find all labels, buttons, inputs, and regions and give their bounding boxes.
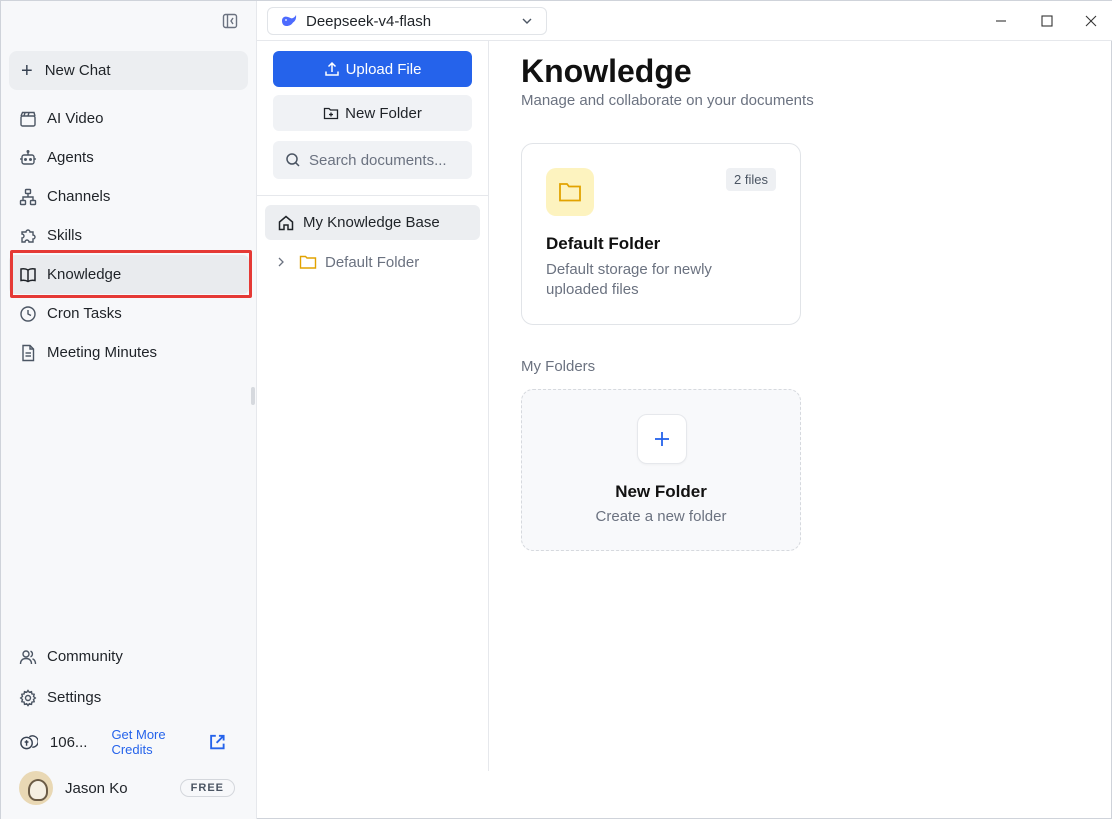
section-label: My Folders bbox=[521, 358, 596, 375]
close-icon[interactable] bbox=[1081, 11, 1101, 31]
card-title: Default Folder bbox=[546, 234, 661, 253]
sidebar-item-label: Skills bbox=[47, 227, 83, 244]
sidebar-item-channels[interactable]: Channels bbox=[9, 177, 249, 216]
upload-icon bbox=[324, 61, 339, 76]
folder-plus-icon bbox=[323, 107, 339, 120]
minimize-icon[interactable] bbox=[991, 11, 1011, 31]
folder-icon bbox=[299, 255, 317, 269]
create-folder-card[interactable]: New Folder Create a new folder bbox=[521, 389, 801, 551]
get-more-credits-label: Get More Credits bbox=[111, 727, 166, 757]
main-content: Knowledge Manage and collaborate on your… bbox=[489, 41, 1112, 819]
sidebar-nav: AI Video Agents Channels Skills Knowledg… bbox=[9, 99, 249, 372]
default-folder-card[interactable]: 2 files Default Folder Default storage f… bbox=[521, 143, 801, 325]
sidebar-bottom-nav: Community Settings bbox=[9, 637, 249, 717]
sidebar-resize-handle[interactable] bbox=[251, 387, 255, 405]
chevron-right-icon[interactable] bbox=[275, 256, 287, 268]
upload-file-label: Upload File bbox=[345, 60, 422, 78]
panel-divider bbox=[257, 195, 488, 196]
puzzle-icon bbox=[21, 228, 36, 243]
robot-icon bbox=[20, 149, 36, 165]
sidebar-item-knowledge[interactable]: Knowledge bbox=[9, 255, 249, 294]
document-icon bbox=[22, 344, 35, 361]
plus-icon: + bbox=[21, 59, 33, 82]
file-count-badge: 2 files bbox=[726, 168, 776, 191]
sidebar-item-agents[interactable]: Agents bbox=[9, 138, 249, 177]
sidebar: + New Chat AI Video Agents Channels Skil… bbox=[1, 1, 257, 819]
sidebar-item-community[interactable]: Community bbox=[9, 637, 249, 676]
new-folder-label: New Folder bbox=[345, 104, 422, 122]
chevron-down-icon bbox=[522, 18, 532, 24]
model-name: Deepseek-v4-flash bbox=[306, 12, 432, 30]
card-description: Default storage for newly uploaded files bbox=[546, 261, 712, 298]
folder-icon bbox=[546, 168, 594, 216]
credits-row: 106... Get More Credits bbox=[19, 727, 239, 757]
top-bar: Deepseek-v4-flash bbox=[257, 1, 1112, 41]
deepseek-whale-icon bbox=[282, 15, 297, 27]
plus-icon bbox=[637, 414, 687, 464]
sidebar-item-label: Channels bbox=[47, 188, 111, 205]
new-chat-button[interactable]: + New Chat bbox=[9, 51, 248, 90]
page-subtitle: Manage and collaborate on your documents bbox=[521, 92, 814, 109]
sidebar-item-label: Knowledge bbox=[47, 266, 122, 283]
tree-item-default-folder[interactable]: Default Folder bbox=[275, 249, 475, 275]
sidebar-item-label: Community bbox=[47, 648, 123, 665]
sidebar-item-label: Meeting Minutes bbox=[47, 344, 158, 361]
get-more-credits-link[interactable]: Get More Credits bbox=[111, 727, 239, 757]
sidebar-item-label: Settings bbox=[47, 689, 102, 706]
tree-child-label: Default Folder bbox=[325, 253, 420, 271]
home-icon bbox=[278, 215, 294, 230]
tree-item-my-knowledge-base[interactable]: My Knowledge Base bbox=[265, 205, 480, 240]
create-folder-title: New Folder bbox=[615, 482, 707, 501]
knowledge-panel: Upload File New Folder My Knowledge Base… bbox=[257, 41, 489, 771]
sidebar-collapse-icon[interactable] bbox=[219, 10, 241, 32]
create-folder-description: Create a new folder bbox=[595, 508, 727, 525]
credits-icon bbox=[20, 735, 38, 750]
network-icon bbox=[19, 188, 37, 205]
users-icon bbox=[19, 649, 37, 664]
search-icon bbox=[286, 153, 300, 167]
page-title: Knowledge bbox=[521, 53, 692, 89]
plan-badge: FREE bbox=[179, 779, 235, 797]
user-profile[interactable]: Jason Ko FREE bbox=[19, 771, 239, 805]
book-icon bbox=[20, 267, 36, 282]
upload-file-button[interactable]: Upload File bbox=[273, 51, 472, 87]
user-name: Jason Ko bbox=[65, 779, 128, 797]
new-chat-label: New Chat bbox=[44, 62, 111, 79]
sidebar-item-skills[interactable]: Skills bbox=[9, 216, 249, 255]
clapperboard-icon bbox=[20, 111, 36, 127]
external-link-icon bbox=[210, 734, 225, 750]
clock-icon bbox=[20, 305, 36, 322]
search-box[interactable] bbox=[273, 141, 472, 179]
search-input[interactable] bbox=[309, 151, 459, 169]
sidebar-item-settings[interactable]: Settings bbox=[9, 678, 249, 717]
tree-root-label: My Knowledge Base bbox=[303, 214, 440, 231]
sidebar-item-label: AI Video bbox=[47, 110, 104, 127]
new-folder-button[interactable]: New Folder bbox=[273, 95, 472, 131]
avatar[interactable] bbox=[19, 771, 53, 805]
sidebar-item-ai-video[interactable]: AI Video bbox=[9, 99, 249, 138]
sidebar-item-meeting-minutes[interactable]: Meeting Minutes bbox=[9, 333, 249, 372]
credits-value: 106... bbox=[49, 733, 88, 751]
maximize-icon[interactable] bbox=[1037, 11, 1057, 31]
sidebar-item-label: Agents bbox=[47, 149, 94, 166]
gear-icon bbox=[19, 688, 37, 707]
app-window: + New Chat AI Video Agents Channels Skil… bbox=[0, 0, 1112, 819]
sidebar-item-cron-tasks[interactable]: Cron Tasks bbox=[9, 294, 249, 333]
sidebar-item-label: Cron Tasks bbox=[47, 305, 122, 322]
model-selector[interactable]: Deepseek-v4-flash bbox=[267, 7, 547, 35]
